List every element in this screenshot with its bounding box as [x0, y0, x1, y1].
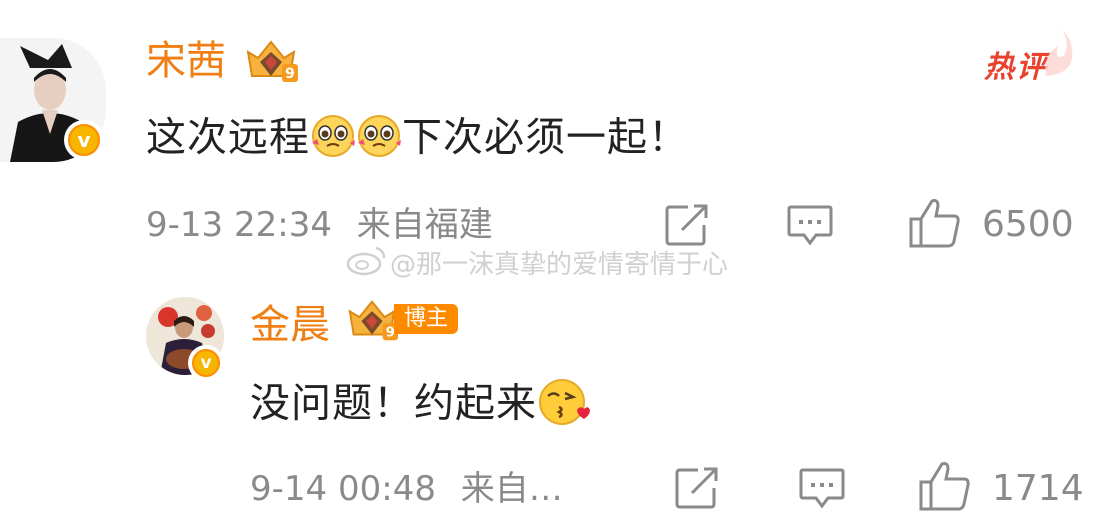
comment-text: 这次远程 下次必须一起！ — [146, 113, 689, 166]
pleading-face-icon — [310, 113, 356, 166]
crown-level-icon: 9 — [344, 297, 400, 343]
comment-meta: 9-13 22:34 来自福建 — [146, 208, 493, 242]
watermark-text: @那一沫真挚的爱情寄情于心 — [390, 250, 729, 280]
reply-time: 9-14 00:48 — [250, 469, 436, 509]
reply-text-content: 没问题！约起来 — [250, 380, 537, 427]
like-thumb-icon[interactable] — [918, 460, 972, 512]
verified-badge-icon: v — [64, 120, 104, 160]
weibo-logo-icon — [344, 244, 388, 280]
comment-username[interactable]: 宋茜 — [146, 41, 226, 81]
crown-level-icon: 9 — [242, 38, 300, 84]
reply-comment-icon[interactable] — [786, 203, 834, 247]
like-thumb-icon[interactable] — [908, 197, 962, 249]
reply-meta: 9-14 00:48 来自… — [250, 472, 563, 506]
share-icon[interactable] — [664, 203, 710, 247]
reply-username[interactable]: 金晨 — [250, 305, 330, 345]
svg-text:9: 9 — [285, 66, 295, 82]
comment-location: 来自福建 — [356, 205, 493, 245]
comment-text-after: 下次必须一起！ — [402, 114, 689, 161]
blogger-badge: 博主 — [394, 304, 459, 334]
reply-comment-icon[interactable] — [798, 466, 846, 510]
comment-text-before: 这次远程 — [146, 114, 310, 161]
like-count: 6500 — [982, 204, 1074, 245]
pleading-face-icon — [356, 113, 402, 166]
reply-location: 来自… — [460, 469, 563, 509]
kissing-face-icon — [537, 377, 591, 434]
hot-comment-tag: 热评 — [984, 50, 1048, 85]
flame-decoration-icon — [1040, 26, 1074, 84]
reply-text: 没问题！约起来 — [250, 377, 591, 434]
share-icon[interactable] — [674, 466, 720, 510]
comment-time: 9-13 22:34 — [146, 205, 332, 245]
verified-badge-icon: v — [188, 345, 224, 381]
like-count: 1714 — [992, 468, 1084, 509]
